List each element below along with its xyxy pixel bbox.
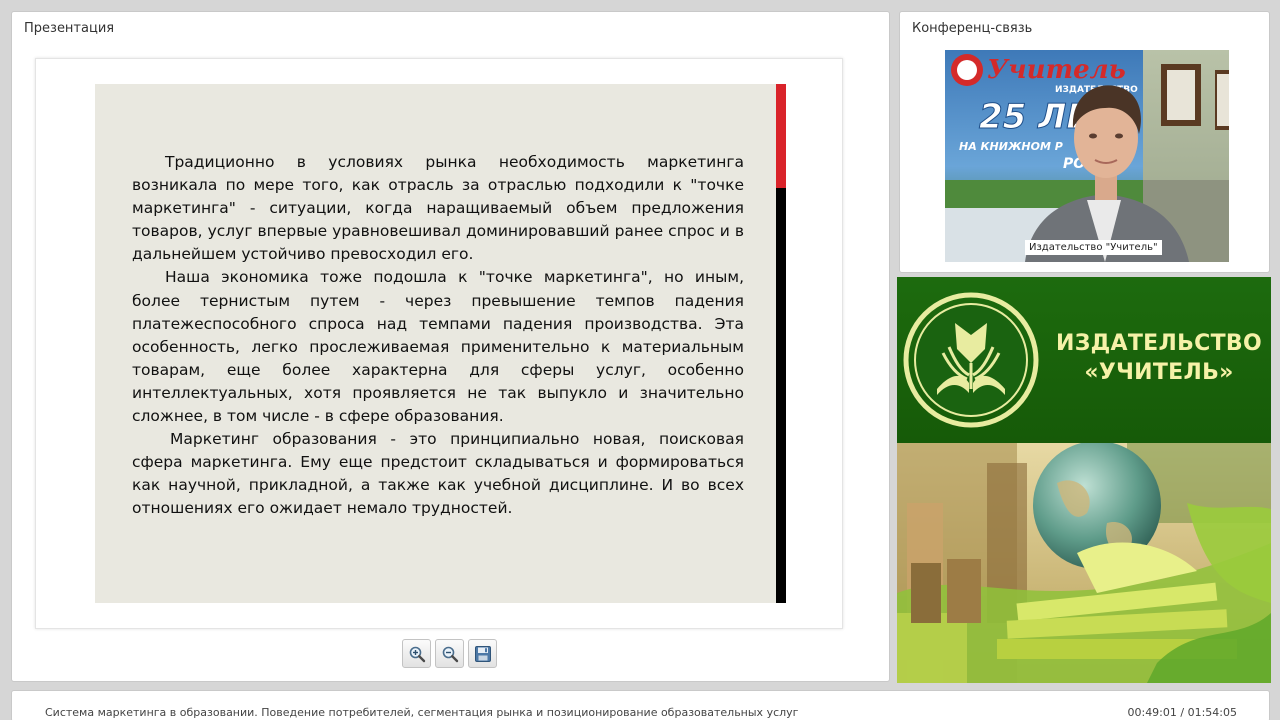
footer-bar: Система маркетинга в образовании. Поведе… bbox=[11, 690, 1270, 720]
slide-paragraph-2: Наша экономика тоже подошла к "точке мар… bbox=[132, 268, 744, 426]
poster-brand-text: Учитель bbox=[987, 55, 1126, 85]
lecture-title: Система маркетинга в образовании. Поведе… bbox=[45, 706, 799, 719]
slide-paragraph-1: Традиционно в условиях рынка необходимос… bbox=[132, 153, 744, 264]
floppy-disk-icon bbox=[474, 645, 491, 662]
publisher-name-line-2: «УЧИТЕЛЬ» bbox=[1084, 360, 1234, 385]
zoom-out-button[interactable] bbox=[435, 639, 464, 668]
poster-tagline-1: НА КНИЖНОМ Р bbox=[959, 140, 1063, 153]
zoom-in-button[interactable] bbox=[402, 639, 431, 668]
presenter-video-image: Учитель ИЗДАТЕЛЬСТВО 25 ЛЕТ НА КНИЖНОМ Р… bbox=[945, 50, 1229, 262]
conference-panel: Конференц-связь Учитель ИЗДАТЕЛЬС bbox=[899, 11, 1270, 273]
slide-toolbar bbox=[402, 639, 497, 668]
slide-text: Традиционно в условиях рынка необходимос… bbox=[132, 151, 744, 521]
publisher-name-line-1: ИЗДАТЕЛЬСТВО bbox=[1056, 331, 1262, 356]
books-globe-illustration bbox=[897, 443, 1271, 683]
slide-accent-bar-black bbox=[776, 188, 786, 603]
video-caption: Издательство "Учитель" bbox=[1025, 240, 1162, 255]
video-feed[interactable]: Учитель ИЗДАТЕЛЬСТВО 25 ЛЕТ НА КНИЖНОМ Р… bbox=[945, 50, 1229, 262]
zoom-in-icon bbox=[409, 646, 425, 662]
publisher-name: ИЗДАТЕЛЬСТВО «УЧИТЕЛЬ» bbox=[1054, 329, 1264, 387]
slide: Традиционно в условиях рынка необходимос… bbox=[95, 84, 786, 603]
zoom-out-icon bbox=[442, 646, 458, 662]
presentation-panel-title: Презентация bbox=[24, 21, 115, 36]
save-button[interactable] bbox=[468, 639, 497, 668]
publisher-logo-banner: ИЗДАТЕЛЬСТВО «УЧИТЕЛЬ» bbox=[897, 277, 1271, 443]
slide-accent-bar-red bbox=[776, 84, 786, 188]
playback-time: 00:49:01 / 01:54:05 bbox=[1127, 706, 1237, 719]
books-globe-image bbox=[897, 443, 1271, 683]
slide-paragraph-3: Маркетинг образования - это принципиальн… bbox=[132, 430, 744, 518]
slide-frame: Традиционно в условиях рынка необходимос… bbox=[35, 58, 843, 629]
conference-panel-title: Конференц-связь bbox=[912, 21, 1033, 36]
presentation-panel: Презентация Традиционно в условиях рынка… bbox=[11, 11, 890, 682]
publisher-emblem-icon bbox=[903, 292, 1039, 428]
